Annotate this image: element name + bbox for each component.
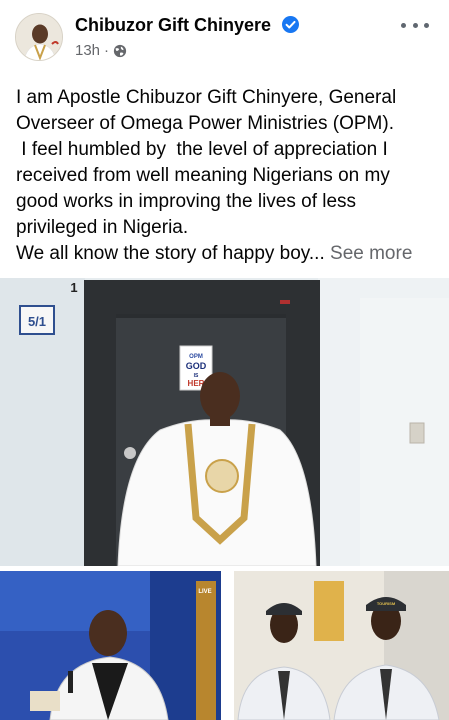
door-number-text: 5/1	[28, 314, 46, 329]
post-timestamp[interactable]: 13h	[75, 42, 100, 59]
left-photo-backdrop-text: LIVE	[198, 589, 211, 595]
post-body: I am Apostle Chibuzor Gift Chinyere, Gen…	[16, 85, 436, 267]
meta-separator: ·	[104, 42, 110, 59]
post-header: Chibuzor Gift Chinyere 13h ·	[0, 0, 449, 74]
post-photo-left[interactable]: LIVE	[0, 571, 221, 720]
left-photo-image: LIVE	[0, 571, 221, 720]
author-name[interactable]: Chibuzor Gift Chinyere	[75, 15, 300, 36]
post-photo-right[interactable]: TOURISM	[234, 571, 449, 720]
post-photo-main[interactable]: 5/1 1 OPM GOD IS HER	[0, 278, 449, 566]
frame-number-text: 1	[70, 280, 77, 295]
post-meta: 13h ·	[75, 42, 127, 59]
avatar-image	[16, 14, 62, 60]
main-photo-image: 5/1 1 OPM GOD IS HER	[0, 278, 449, 566]
right-photo-image: TOURISM	[234, 571, 449, 720]
author-avatar[interactable]	[15, 13, 63, 61]
author-name-text[interactable]: Chibuzor Gift Chinyere	[75, 15, 271, 35]
more-options-button[interactable]	[401, 16, 429, 34]
door-sign-line1: OPM	[189, 354, 203, 360]
right-photo-cap-text: TOURISM	[377, 601, 396, 606]
post-body-text: I am Apostle Chibuzor Gift Chinyere, Gen…	[16, 87, 397, 264]
see-more-link[interactable]: See more	[330, 243, 412, 264]
door-sign-line2: GOD	[186, 361, 207, 371]
globe-icon[interactable]	[113, 44, 127, 58]
more-dot-icon	[424, 22, 429, 28]
more-dot-icon	[412, 22, 418, 28]
verified-badge-icon	[282, 16, 300, 33]
more-dot-icon	[401, 22, 406, 28]
